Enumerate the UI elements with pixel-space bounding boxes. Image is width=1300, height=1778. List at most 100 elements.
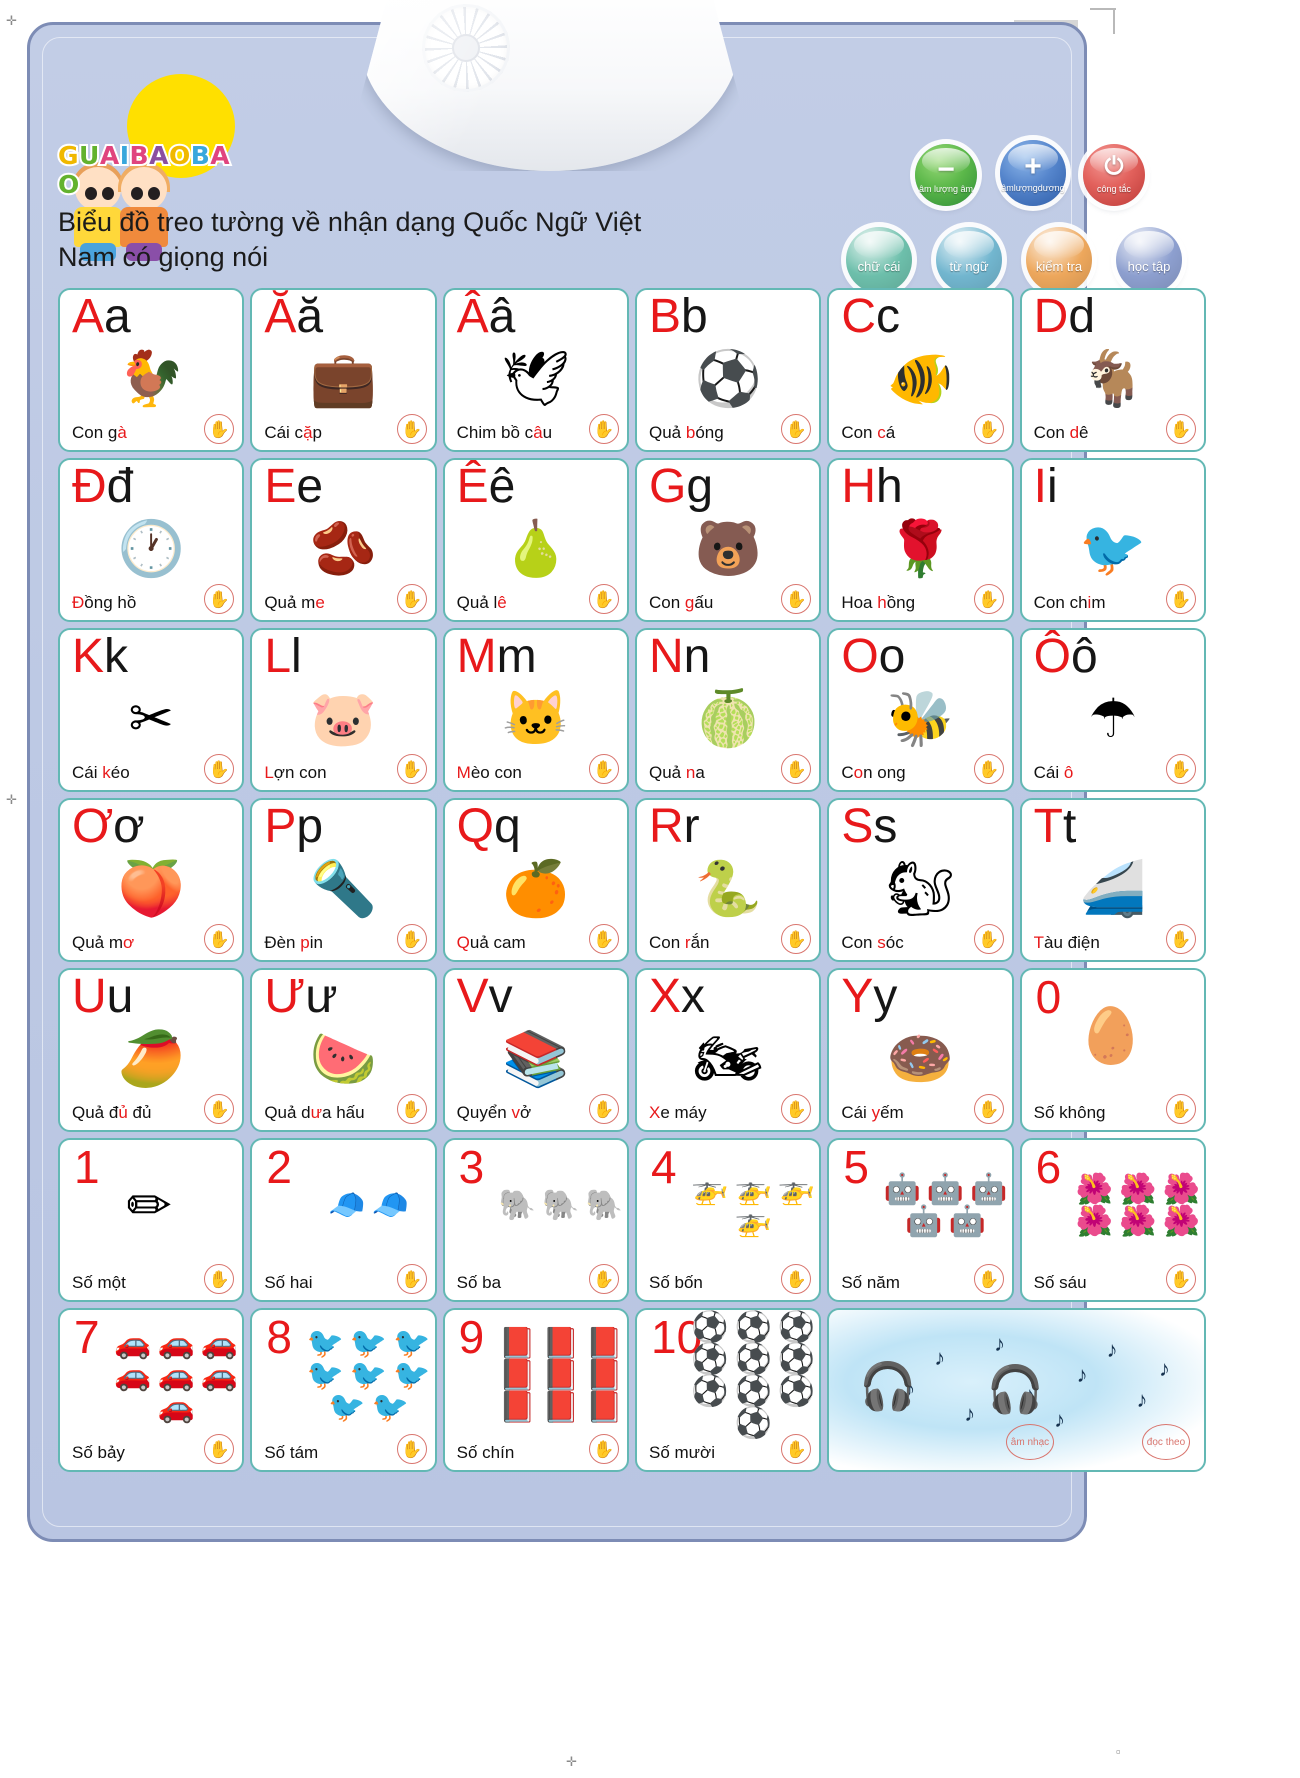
letter-card-Ă[interactable]: Ăă 💼 Cái cặp ✋ [250, 288, 437, 452]
touch-hand-icon[interactable]: ✋ [973, 1264, 1004, 1294]
touch-hand-icon[interactable]: ✋ [781, 1434, 812, 1464]
mode-button-chu-cai[interactable]: chữ cái [846, 227, 912, 293]
touch-hand-icon[interactable]: ✋ [973, 584, 1004, 614]
letter-card-B[interactable]: Bb ⚽ Quả bóng ✋ [634, 288, 822, 452]
letter-card-U[interactable]: Uu 🥭 Quả đủ đủ ✋ [58, 968, 245, 1132]
touch-hand-icon[interactable]: ✋ [396, 584, 427, 614]
letter-card-R[interactable]: Rr 🐍 Con rắn ✋ [634, 798, 822, 962]
touch-hand-icon[interactable]: ✋ [1165, 754, 1196, 784]
letter-card-Ư[interactable]: Ưư 🍉 Quả dưa hấu ✋ [250, 968, 437, 1132]
touch-hand-icon[interactable]: ✋ [396, 754, 427, 784]
touch-hand-icon[interactable]: ✋ [396, 1264, 427, 1294]
number-glyph: 7 [74, 1311, 100, 1363]
number-card-5[interactable]: 5 🤖 🤖 🤖 🤖 🤖 Số năm ✋ [827, 1138, 1014, 1302]
number-card-0[interactable]: 0 🥚 Số không ✋ [1019, 968, 1206, 1132]
touch-hand-icon[interactable]: ✋ [588, 584, 619, 614]
touch-hand-icon[interactable]: ✋ [781, 1094, 812, 1124]
letter-card-C[interactable]: Cc 🐠 Con cá ✋ [827, 288, 1014, 452]
letter-card-M[interactable]: Mm 🐱 Mèo con ✋ [442, 628, 629, 792]
caption-highlight: Q [456, 933, 470, 952]
card-caption: Số năm [841, 1273, 900, 1292]
letter-card-L[interactable]: Ll 🐷 Lợn con ✋ [250, 628, 437, 792]
card-caption: Số bảy [72, 1443, 125, 1462]
number-card-6[interactable]: 6 🌺 🌺 🌺 🌺 🌺 🌺 Số sáu ✋ [1019, 1138, 1206, 1302]
touch-hand-icon[interactable]: ✋ [396, 414, 427, 444]
touch-hand-icon[interactable]: ✋ [204, 1094, 235, 1124]
touch-hand-icon[interactable]: ✋ [204, 1264, 235, 1294]
volume-down-button[interactable]: − âm lượng âm [915, 144, 977, 206]
letter-card-T[interactable]: Tt 🚄 Tàu điện ✋ [1019, 798, 1206, 962]
letter-card-Ô[interactable]: Ôô ☂ Cái ô ✋ [1019, 628, 1206, 792]
letter-pair: Êê [457, 461, 516, 512]
letter-card-I[interactable]: Ii 🐦 Con chim ✋ [1019, 458, 1206, 622]
letter-card-V[interactable]: Vv 📚 Quyển vở ✋ [442, 968, 629, 1132]
touch-hand-icon[interactable]: ✋ [1165, 1094, 1196, 1124]
touch-hand-icon[interactable]: ✋ [973, 1094, 1004, 1124]
number-card-2[interactable]: 2 🧢 🧢 Số hai ✋ [250, 1138, 437, 1302]
touch-hand-icon[interactable]: ✋ [973, 754, 1004, 784]
count-item: 📕 [542, 1359, 580, 1392]
number-card-7[interactable]: 7 🚗 🚗 🚗 🚗 🚗 🚗 🚗 Số bảy ✋ [58, 1308, 245, 1472]
touch-hand-icon[interactable]: ✋ [588, 1434, 619, 1464]
letter-card-O[interactable]: Oo 🐝 Con ong ✋ [827, 628, 1014, 792]
touch-hand-icon[interactable]: ✋ [781, 754, 812, 784]
letter-card-P[interactable]: Pp 🔦 Đèn pin ✋ [250, 798, 437, 962]
touch-hand-icon[interactable]: ✋ [973, 414, 1004, 444]
touch-hand-icon[interactable]: ✋ [588, 414, 619, 444]
volume-down-label: âm lượng âm [919, 183, 973, 194]
touch-hand-icon[interactable]: ✋ [396, 1434, 427, 1464]
touch-hand-icon[interactable]: ✋ [1165, 1264, 1196, 1294]
letter-card-S[interactable]: Ss 🐿 Con sóc ✋ [827, 798, 1014, 962]
touch-hand-icon[interactable]: ✋ [781, 1264, 812, 1294]
music-panel[interactable]: ♪ ♪ ♪ ♪ ♪ ♪ ♪ ♪ ♪ ♪ 🎧 🎧 âm nhạc đọc theo [827, 1308, 1206, 1472]
mode-button-kiem-tra[interactable]: kiểm tra [1026, 227, 1092, 293]
touch-hand-icon[interactable]: ✋ [781, 414, 812, 444]
letter-card-Y[interactable]: Yy 🍩 Cái yếm ✋ [827, 968, 1014, 1132]
letter-card-Đ[interactable]: Đđ 🕐 Đồng hồ ✋ [58, 458, 245, 622]
touch-hand-icon[interactable]: ✋ [396, 1094, 427, 1124]
touch-hand-icon[interactable]: ✋ [781, 924, 812, 954]
touch-hand-icon[interactable]: ✋ [781, 584, 812, 614]
touch-hand-icon[interactable]: ✋ [204, 584, 235, 614]
letter-card-E[interactable]: Ee 🫘 Quả me ✋ [250, 458, 437, 622]
touch-hand-icon[interactable]: ✋ [204, 414, 235, 444]
touch-hand-icon[interactable]: ✋ [588, 924, 619, 954]
letter-pair: Tt [1034, 801, 1077, 852]
number-card-10[interactable]: 10 ⚽ ⚽ ⚽ ⚽ ⚽ ⚽ ⚽ ⚽ ⚽ ⚽ Số mười ✋ [634, 1308, 822, 1472]
touch-hand-icon[interactable]: ✋ [204, 924, 235, 954]
number-card-8[interactable]: 8 🐦 🐦 🐦 🐦 🐦 🐦 🐦 🐦 Số tám ✋ [250, 1308, 437, 1472]
letter-card-Ê[interactable]: Êê 🍐 Quả lê ✋ [442, 458, 629, 622]
number-card-3[interactable]: 3 🐘 🐘 🐘 Số ba ✋ [442, 1138, 629, 1302]
letter-card-X[interactable]: Xx 🏍 Xe máy ✋ [634, 968, 822, 1132]
letter-card-Q[interactable]: Qq 🍊 Quả cam ✋ [442, 798, 629, 962]
touch-hand-icon[interactable]: ✋ [588, 1264, 619, 1294]
number-card-9[interactable]: 9 📕 📕 📕 📕 📕 📕 📕 📕 📕 Số chín ✋ [442, 1308, 629, 1472]
touch-hand-icon[interactable]: ✋ [1165, 924, 1196, 954]
letter-card-A[interactable]: Aa 🐓 Con gà ✋ [58, 288, 245, 452]
card-illustration: ✏ [60, 1152, 238, 1260]
touch-hand-icon[interactable]: ✋ [588, 754, 619, 784]
brand-logo: GUAIBAOBAO [56, 72, 243, 261]
touch-hand-icon[interactable]: ✋ [396, 924, 427, 954]
letter-card-Â[interactable]: Ââ 🕊 Chim bồ câu ✋ [442, 288, 629, 452]
music-tag-am-nhac[interactable]: âm nhạc [1005, 1424, 1054, 1460]
touch-hand-icon[interactable]: ✋ [588, 1094, 619, 1124]
letter-card-K[interactable]: Kk ✂ Cái kéo ✋ [58, 628, 245, 792]
number-card-4[interactable]: 4 🚁 🚁 🚁 🚁 Số bốn ✋ [634, 1138, 822, 1302]
letter-card-Ơ[interactable]: Ơơ 🍑 Quả mơ ✋ [58, 798, 245, 962]
number-card-1[interactable]: 1 ✏ Số một ✋ [58, 1138, 245, 1302]
letter-card-N[interactable]: Nn 🍈 Quả na ✋ [634, 628, 822, 792]
letter-card-H[interactable]: Hh 🌹 Hoa hồng ✋ [827, 458, 1014, 622]
touch-hand-icon[interactable]: ✋ [973, 924, 1004, 954]
letter-card-D[interactable]: Dd 🐐 Con dê ✋ [1019, 288, 1206, 452]
music-tag-doc-theo[interactable]: đọc theo [1141, 1424, 1190, 1460]
touch-hand-icon[interactable]: ✋ [1165, 584, 1196, 614]
mode-button-hoc-tap[interactable]: học tập [1116, 227, 1182, 293]
touch-hand-icon[interactable]: ✋ [204, 754, 235, 784]
volume-up-button[interactable]: + âmlượngdương [1000, 140, 1066, 206]
letter-card-G[interactable]: Gg 🐻 Con gấu ✋ [634, 458, 822, 622]
mode-button-tu-ngu[interactable]: từ ngữ [936, 227, 1002, 293]
touch-hand-icon[interactable]: ✋ [1165, 414, 1196, 444]
touch-hand-icon[interactable]: ✋ [204, 1434, 235, 1464]
power-button[interactable]: ⏻ công tắc [1083, 144, 1145, 206]
